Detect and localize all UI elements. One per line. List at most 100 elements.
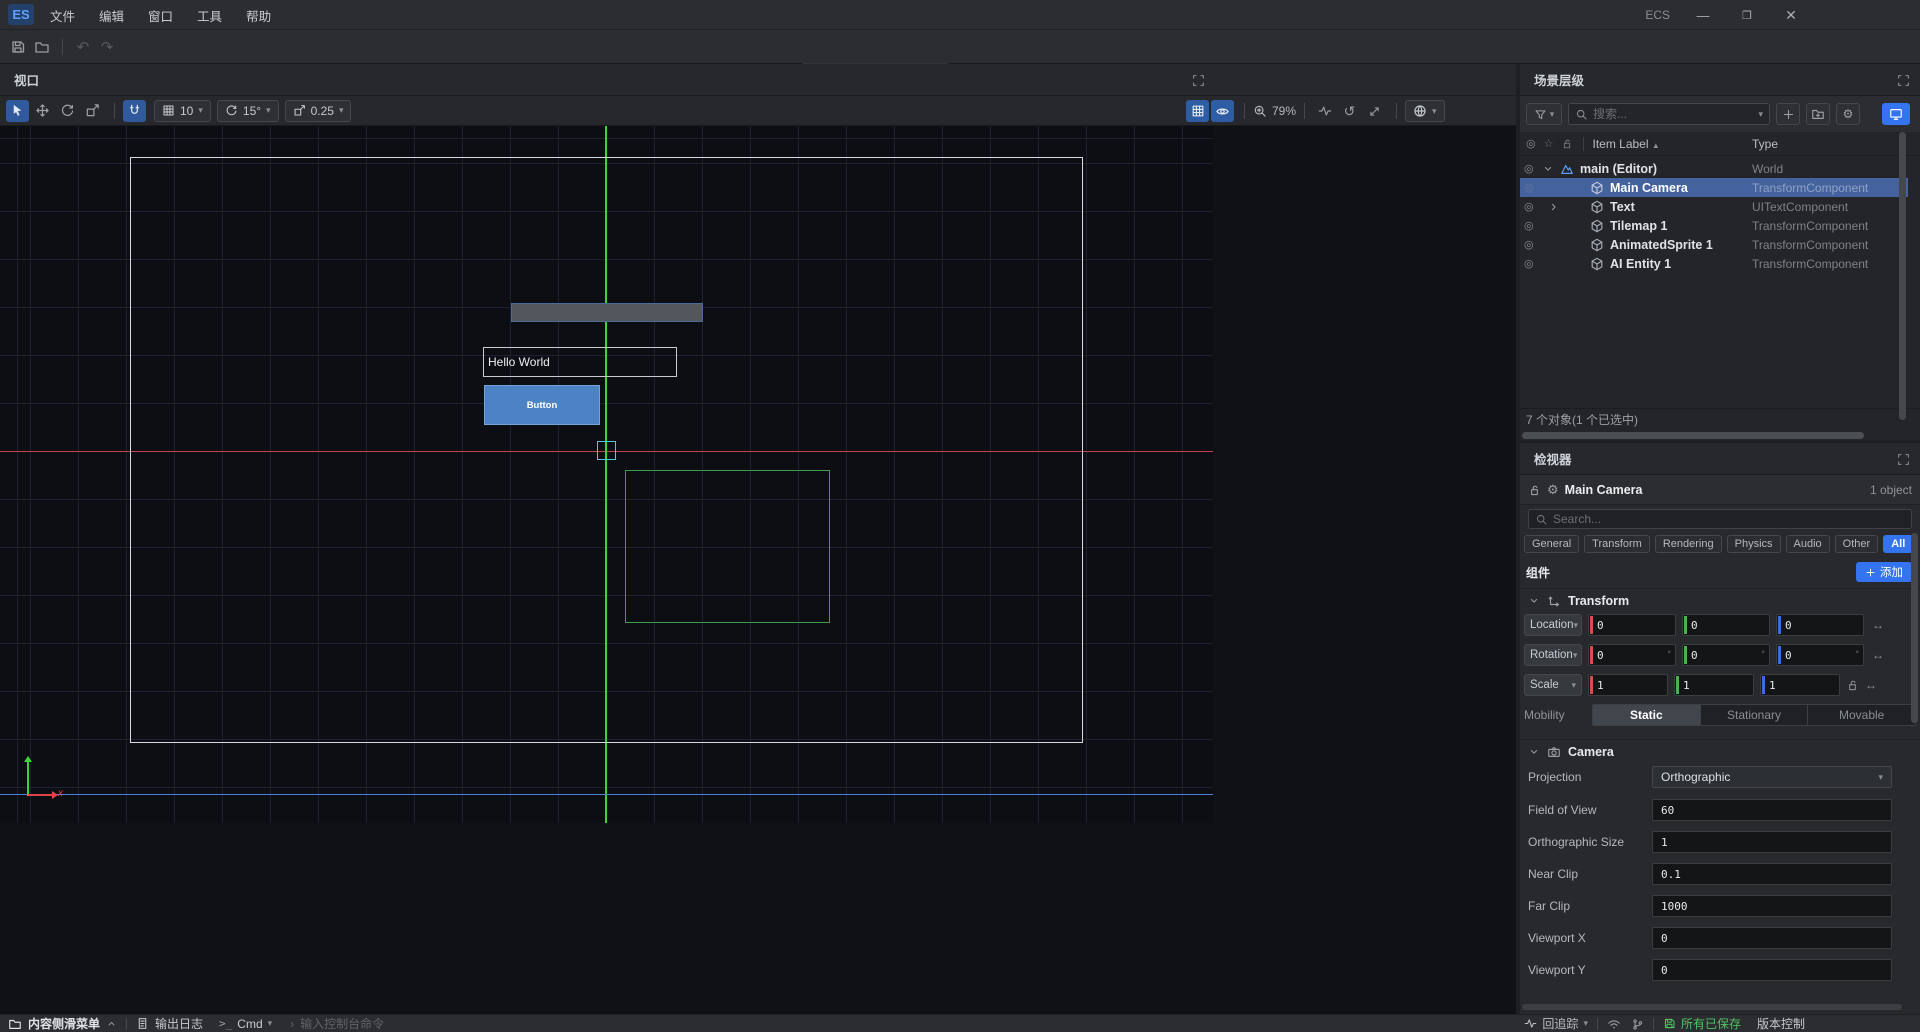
rotation-z-field[interactable]: °: [1776, 644, 1864, 666]
tab-all[interactable]: All: [1883, 535, 1913, 553]
grid-toggle-button[interactable]: [1186, 100, 1209, 122]
save-button[interactable]: [6, 35, 30, 59]
eye-icon[interactable]: ◎: [1524, 238, 1540, 251]
eye-icon[interactable]: ◎: [1524, 162, 1540, 175]
add-component-button[interactable]: 添加: [1856, 562, 1912, 582]
viewport-y-input[interactable]: [1652, 959, 1892, 981]
version-control-button[interactable]: 版本控制: [1757, 1015, 1805, 1032]
hierarchy-vscrollbar[interactable]: [1899, 132, 1906, 420]
inspector-search-input[interactable]: [1553, 512, 1905, 526]
filter-dropdown[interactable]: ▾: [1526, 103, 1562, 125]
location-x-field[interactable]: [1588, 614, 1676, 636]
content-drawer-button[interactable]: 内容侧滑菜单: [8, 1015, 117, 1032]
button-object[interactable]: Button: [484, 385, 600, 425]
tab-rendering[interactable]: Rendering: [1655, 535, 1722, 553]
mobility-movable[interactable]: Movable: [1808, 705, 1915, 725]
undo-button[interactable]: ↶: [71, 35, 95, 59]
inspector-expand-icon[interactable]: [1897, 451, 1910, 465]
viewport-expand-icon[interactable]: [1192, 73, 1205, 87]
hierarchy-search-input[interactable]: [1593, 107, 1753, 121]
link-axes-icon[interactable]: ↔: [1872, 618, 1884, 632]
projection-dropdown[interactable]: Orthographic ▾: [1652, 766, 1892, 788]
far-clip-input[interactable]: [1652, 895, 1892, 917]
tree-row-main-camera[interactable]: ◎ Main Camera TransformComponent: [1520, 178, 1908, 197]
location-y-field[interactable]: [1682, 614, 1770, 636]
lock-icon[interactable]: [1528, 482, 1541, 496]
tree-row-main[interactable]: ◎ main (Editor) World: [1520, 159, 1908, 178]
location-dropdown[interactable]: Location▾: [1524, 614, 1582, 636]
reset-view-button[interactable]: ↺: [1338, 100, 1361, 122]
type-column[interactable]: Type: [1752, 137, 1778, 151]
inspector-search[interactable]: [1528, 509, 1912, 529]
selection-gizmo[interactable]: [597, 441, 616, 460]
cmd-dropdown[interactable]: >_ Cmd ▾: [219, 1017, 272, 1031]
location-z-field[interactable]: [1776, 614, 1864, 636]
inspector-hscrollbar[interactable]: [1522, 1004, 1902, 1010]
snap-toggle-button[interactable]: [123, 100, 146, 122]
hierarchy-expand-icon[interactable]: [1897, 72, 1910, 86]
camera-section-header[interactable]: Camera: [1520, 739, 1920, 763]
item-label-column[interactable]: Item Label ▲: [1592, 137, 1659, 151]
text-object[interactable]: Hello World: [483, 347, 677, 377]
mobility-static[interactable]: Static: [1593, 705, 1701, 725]
gear-icon[interactable]: ⚙: [1547, 482, 1559, 498]
add-entity-button[interactable]: [1776, 103, 1800, 125]
console-input[interactable]: › 输入控制台命令: [290, 1015, 384, 1032]
menu-help[interactable]: 帮助: [234, 0, 283, 30]
menu-file[interactable]: 文件: [38, 0, 87, 30]
link-axes-icon[interactable]: ↔: [1872, 648, 1884, 662]
rotate-tool-button[interactable]: [56, 100, 79, 122]
visibility-toggle-button[interactable]: [1211, 100, 1234, 122]
app-logo[interactable]: ES: [8, 4, 34, 25]
scale-x-field[interactable]: [1588, 674, 1668, 696]
rotation-dropdown[interactable]: Rotation▾: [1524, 644, 1582, 666]
branch-icon[interactable]: [1631, 1016, 1644, 1030]
view-mode-button[interactable]: [1882, 103, 1910, 125]
add-folder-button[interactable]: [1806, 103, 1830, 125]
save-status[interactable]: 所有已保存: [1663, 1015, 1741, 1032]
tab-general[interactable]: General: [1524, 535, 1579, 553]
output-log-button[interactable]: 输出日志: [136, 1015, 203, 1032]
menu-window[interactable]: 窗口: [136, 0, 185, 30]
mobility-stationary[interactable]: Stationary: [1701, 705, 1809, 725]
inspector-vscrollbar[interactable]: [1911, 533, 1918, 723]
eye-icon[interactable]: ◎: [1524, 181, 1540, 194]
backtrace-dropdown[interactable]: 回追踪 ▾: [1524, 1015, 1588, 1032]
tab-audio[interactable]: Audio: [1786, 535, 1830, 553]
world-dropdown[interactable]: ▾: [1405, 100, 1445, 122]
network-status-icon[interactable]: [1607, 1016, 1621, 1031]
tab-physics[interactable]: Physics: [1727, 535, 1781, 553]
tab-other[interactable]: Other: [1835, 535, 1879, 553]
eye-column-icon[interactable]: ◎: [1526, 137, 1536, 150]
rotate-snap-dropdown[interactable]: 15°▾: [217, 100, 279, 122]
eye-icon[interactable]: ◎: [1524, 219, 1540, 232]
hierarchy-hscrollbar[interactable]: [1522, 432, 1864, 439]
tree-row-text[interactable]: ◎ Text UITextComponent: [1520, 197, 1908, 216]
near-clip-input[interactable]: [1652, 863, 1892, 885]
tab-transform[interactable]: Transform: [1584, 535, 1650, 553]
maximize-button[interactable]: ❐: [1736, 4, 1758, 26]
zoom-level[interactable]: 79%: [1253, 104, 1296, 118]
scene-canvas[interactable]: Hello World Button x: [0, 126, 1516, 1014]
fullscreen-button[interactable]: [1363, 100, 1386, 122]
uniform-scale-lock-icon[interactable]: [1846, 678, 1859, 692]
open-folder-button[interactable]: [30, 35, 54, 59]
scale-snap-dropdown[interactable]: 0.25▾: [285, 100, 352, 122]
star-column-icon[interactable]: ☆: [1544, 137, 1554, 150]
grid-snap-dropdown[interactable]: 10▾: [154, 100, 211, 122]
link-axes-icon[interactable]: ↔: [1865, 678, 1877, 692]
move-tool-button[interactable]: [31, 100, 54, 122]
ui-bar-object[interactable]: [511, 303, 703, 322]
tree-row-tilemap[interactable]: ◎ Tilemap 1 TransformComponent: [1520, 216, 1908, 235]
eye-icon[interactable]: ◎: [1524, 200, 1540, 213]
hierarchy-search[interactable]: ▾: [1568, 103, 1770, 125]
scale-z-field[interactable]: [1760, 674, 1840, 696]
menu-edit[interactable]: 编辑: [87, 0, 136, 30]
tree-row-ai-entity[interactable]: ◎ AI Entity 1 TransformComponent: [1520, 254, 1908, 273]
tree-row-animatedsprite[interactable]: ◎ AnimatedSprite 1 TransformComponent: [1520, 235, 1908, 254]
select-tool-button[interactable]: [6, 100, 29, 122]
lock-column-icon[interactable]: [1561, 137, 1573, 151]
tilemap-bounds-rect[interactable]: [625, 470, 830, 623]
eye-icon[interactable]: ◎: [1524, 257, 1540, 270]
chevron-right-icon[interactable]: [1548, 200, 1564, 214]
